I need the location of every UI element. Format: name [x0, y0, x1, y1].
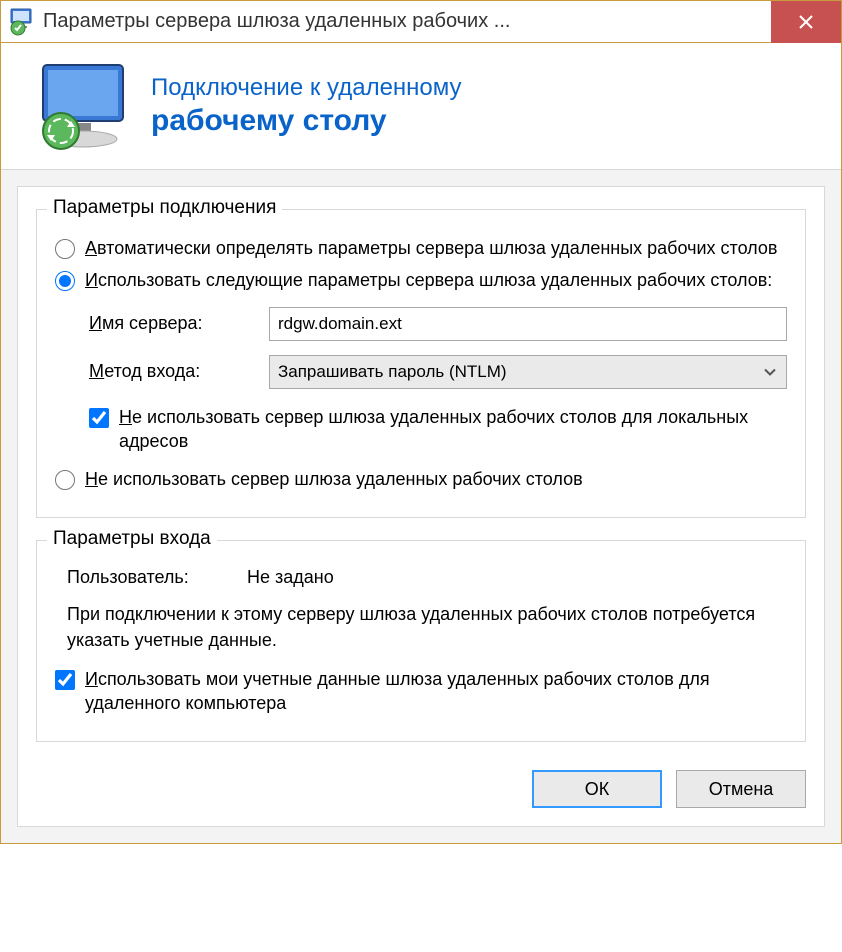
window-title: Параметры сервера шлюза удаленных рабочи…	[43, 10, 771, 33]
login-method-row: Метод входа:	[89, 355, 787, 389]
radio-use-settings[interactable]: Использовать следующие параметры сервера…	[55, 268, 787, 292]
user-value: Не задано	[247, 567, 334, 588]
checkbox-bypass-local-input[interactable]	[89, 408, 109, 428]
header-text: Подключение к удаленному рабочему столу	[151, 74, 462, 138]
radio-use-settings-label: Использовать следующие параметры сервера…	[85, 268, 772, 292]
user-row: Пользователь: Не задано	[67, 567, 787, 588]
radio-no-gateway[interactable]: Не использовать сервер шлюза удаленных р…	[55, 467, 787, 491]
login-method-label: Метод входа:	[89, 361, 269, 382]
app-icon	[9, 8, 37, 36]
checkbox-bypass-local[interactable]: Не использовать сервер шлюза удаленных р…	[89, 405, 787, 454]
body: Параметры подключения Автоматически опре…	[1, 170, 841, 843]
radio-auto-detect-input[interactable]	[55, 239, 75, 259]
login-note: При подключении к этому серверу шлюза уд…	[67, 602, 775, 652]
server-name-label: Имя сервера:	[89, 313, 269, 334]
login-legend: Параметры входа	[47, 528, 217, 550]
button-row: ОК Отмена	[18, 752, 824, 826]
checkbox-use-creds-label: Использовать мои учетные данные шлюза уд…	[85, 667, 787, 716]
checkbox-bypass-local-label: Не использовать сервер шлюза удаленных р…	[119, 405, 787, 454]
rdp-monitor-icon	[35, 61, 135, 151]
connection-groupbox: Параметры подключения Автоматически опре…	[36, 209, 806, 518]
radio-no-gateway-input[interactable]	[55, 470, 75, 490]
checkbox-use-creds[interactable]: Использовать мои учетные данные шлюза уд…	[55, 667, 787, 716]
connection-legend: Параметры подключения	[47, 197, 282, 219]
titlebar: Параметры сервера шлюза удаленных рабочи…	[1, 1, 841, 43]
cancel-button[interactable]: Отмена	[676, 770, 806, 808]
close-button[interactable]	[771, 1, 841, 43]
user-label: Пользователь:	[67, 567, 247, 588]
radio-use-settings-input[interactable]	[55, 271, 75, 291]
header-line1: Подключение к удаленному	[151, 74, 462, 102]
dialog-window: Параметры сервера шлюза удаленных рабочи…	[0, 0, 842, 844]
close-icon	[798, 14, 814, 30]
server-name-input[interactable]	[269, 307, 787, 341]
checkbox-use-creds-input[interactable]	[55, 670, 75, 690]
radio-no-gateway-label: Не использовать сервер шлюза удаленных р…	[85, 467, 583, 491]
radio-auto-detect[interactable]: Автоматически определять параметры серве…	[55, 236, 787, 260]
radio-auto-detect-label: Автоматически определять параметры серве…	[85, 236, 777, 260]
login-method-select[interactable]	[269, 355, 787, 389]
header-line2: рабочему столу	[151, 104, 462, 138]
login-groupbox: Параметры входа Пользователь: Не задано …	[36, 540, 806, 742]
server-name-row: Имя сервера:	[89, 307, 787, 341]
ok-button[interactable]: ОК	[532, 770, 662, 808]
header: Подключение к удаленному рабочему столу	[1, 43, 841, 170]
